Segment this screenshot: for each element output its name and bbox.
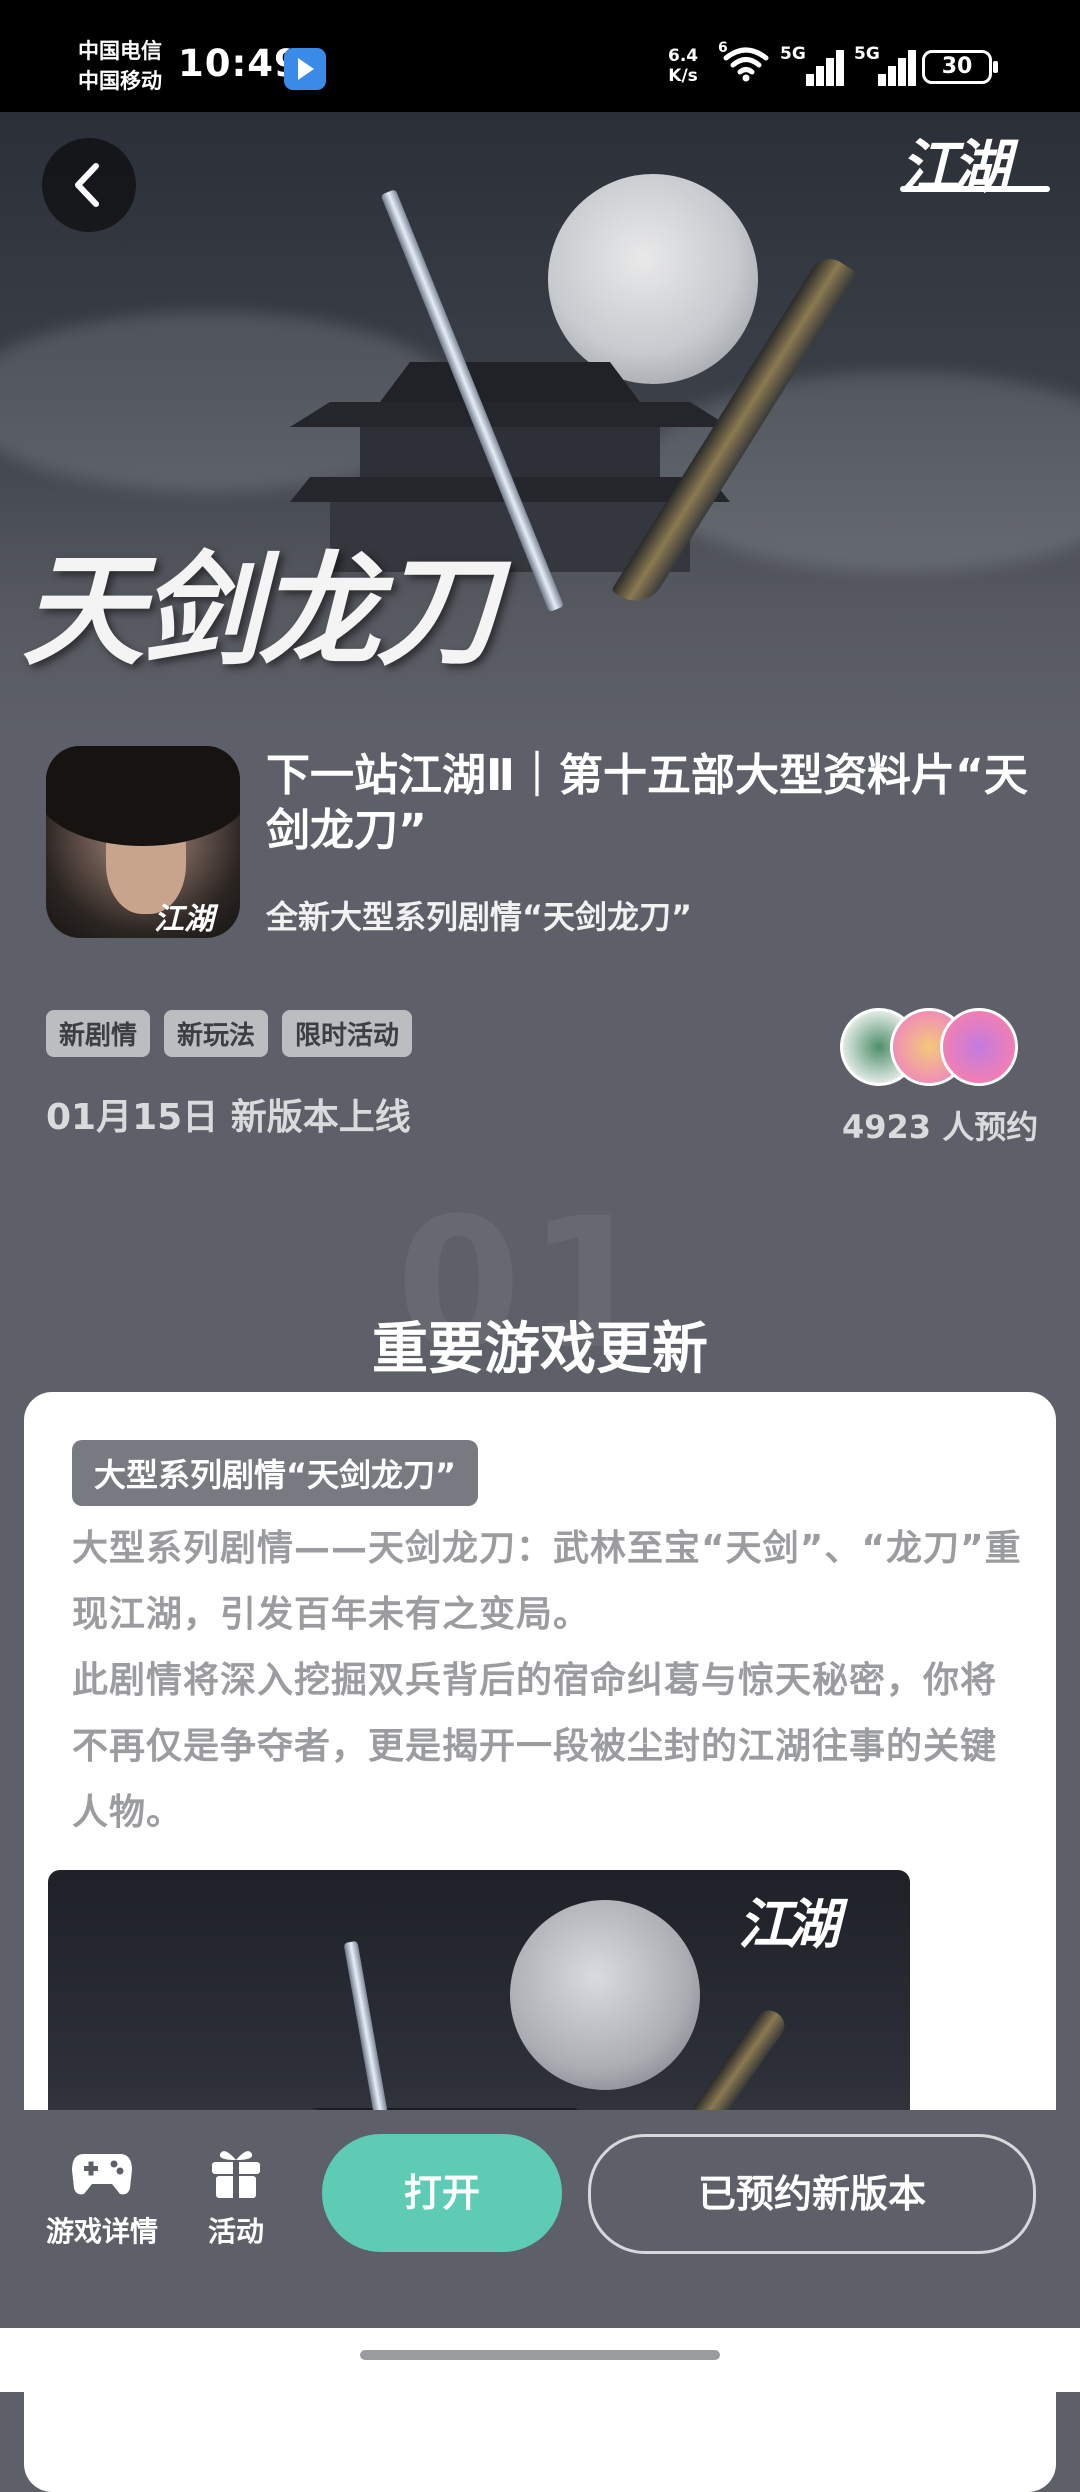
gamepad-icon bbox=[72, 2154, 132, 2195]
battery-icon: 30 bbox=[922, 50, 998, 84]
battery-level: 30 bbox=[941, 54, 973, 79]
status-bar: 中国电信 中国移动 10:49 6.4 K/s 6 5G 5G 30 bbox=[0, 0, 1080, 112]
status-time: 10:49 bbox=[178, 42, 301, 85]
card-image-logo: 江湖 bbox=[738, 1892, 840, 1956]
reserved-new-version-button[interactable]: 已预约新版本 bbox=[588, 2134, 1036, 2254]
game-logo: 江湖 bbox=[900, 120, 1070, 210]
update-title: 下一站江湖Ⅱ｜第十五部大型资料片“天剑龙刀” bbox=[266, 750, 1028, 856]
tag-new-story: 新剧情 bbox=[46, 1010, 151, 1057]
carrier-2: 中国移动 bbox=[78, 69, 162, 93]
home-indicator[interactable] bbox=[360, 2350, 720, 2360]
avatar bbox=[940, 1008, 1018, 1086]
game-detail-label: 游戏详情 bbox=[46, 2215, 159, 2248]
bottom-action-bar: 游戏详情 活动 打开 已预约新版本 bbox=[0, 2110, 1080, 2328]
tag-new-gameplay: 新玩法 bbox=[164, 1010, 269, 1057]
app-icon: 江湖 bbox=[46, 746, 240, 938]
chevron-left-icon bbox=[75, 163, 99, 207]
net-speed-unit: K/s bbox=[668, 66, 698, 86]
card-description: 大型系列剧情——天剑龙刀：武林至宝“天剑”、“龙刀”重现江湖，引发百年未有之变局… bbox=[72, 1528, 1022, 1833]
reserved-users-avatars bbox=[840, 1008, 1020, 1088]
card-tag: 大型系列剧情“天剑龙刀” bbox=[72, 1440, 479, 1506]
gift-icon bbox=[212, 2151, 260, 2198]
update-subtitle: 全新大型系列剧情“天剑龙刀” bbox=[266, 898, 693, 936]
app-icon-logo: 江湖 bbox=[154, 902, 214, 937]
release-date: 01月15日 新版本上线 bbox=[46, 1097, 411, 1138]
tag-list: 新剧情 新玩法 限时活动 bbox=[46, 1010, 413, 1057]
activity-label: 活动 bbox=[208, 2215, 265, 2248]
carrier-names: 中国电信 中国移动 bbox=[78, 36, 162, 96]
sim2-signal-icon bbox=[858, 48, 916, 86]
section-title: 重要游戏更新 bbox=[372, 1317, 708, 1382]
net-speed-value: 6.4 bbox=[668, 46, 699, 66]
sim1-signal-icon bbox=[786, 48, 844, 86]
reservation-count: 4923 人预约 bbox=[842, 1108, 1039, 1146]
app-notification-icon bbox=[284, 48, 326, 90]
activity-button[interactable]: 活动 bbox=[208, 2144, 264, 2250]
system-nav-bar bbox=[0, 2328, 1080, 2392]
wifi-icon bbox=[723, 47, 769, 82]
carrier-1: 中国电信 bbox=[78, 39, 162, 63]
open-button[interactable]: 打开 bbox=[322, 2134, 562, 2252]
game-detail-button[interactable]: 游戏详情 bbox=[46, 2144, 158, 2250]
hero-title-art: 天剑龙刀 bbox=[22, 538, 498, 682]
net-speed: 6.4 K/s bbox=[668, 46, 698, 86]
back-button[interactable] bbox=[42, 138, 136, 232]
wifi-badge: 6 bbox=[718, 40, 728, 56]
tag-limited-event: 限时活动 bbox=[282, 1010, 413, 1057]
